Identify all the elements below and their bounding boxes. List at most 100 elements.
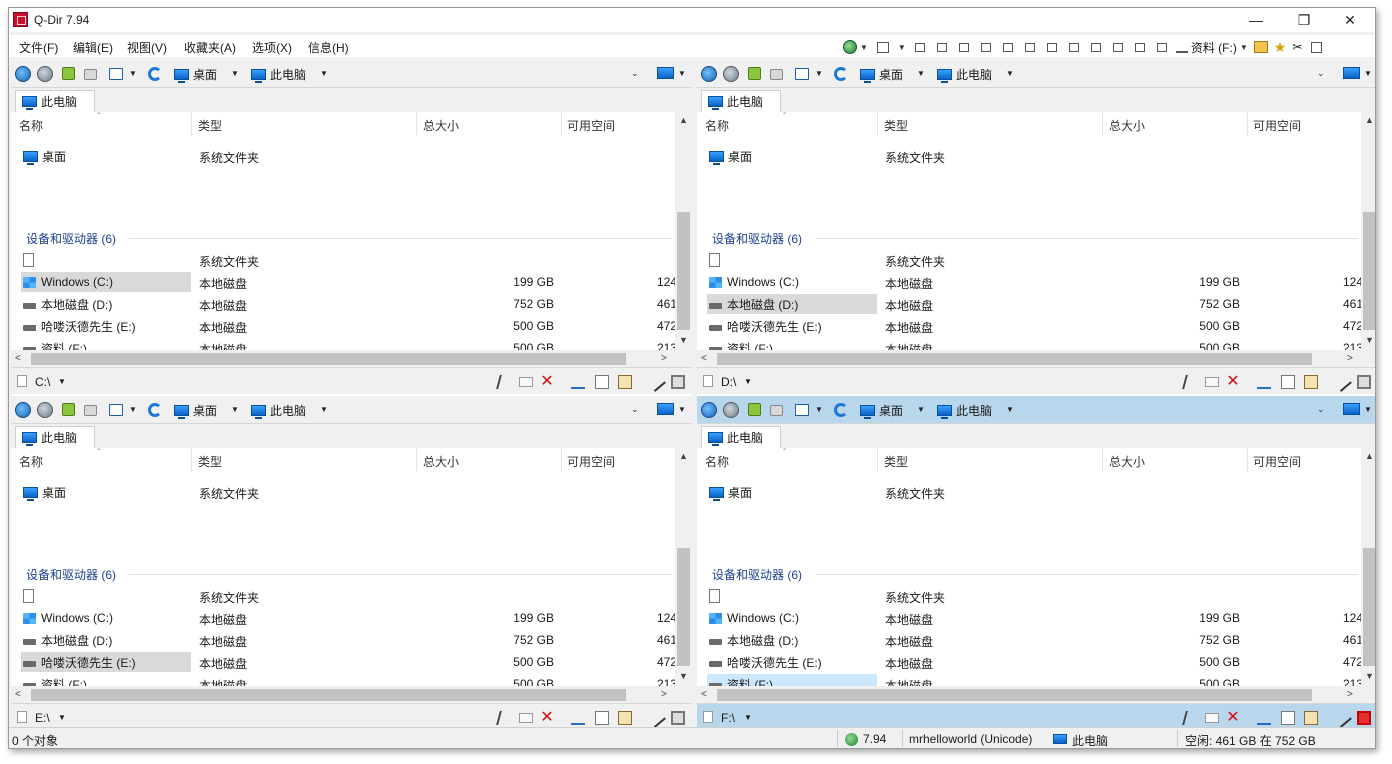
edit-icon[interactable]	[1332, 372, 1352, 392]
horizontal-scrollbar[interactable]: < >	[697, 350, 1375, 367]
delete-icon[interactable]: ✕	[540, 374, 554, 390]
list-item-blank[interactable]: 系统文件夹	[697, 586, 1361, 608]
view-mode-icon[interactable]	[109, 68, 123, 80]
layout-5-icon[interactable]	[1002, 42, 1013, 52]
mail-icon[interactable]	[519, 713, 533, 723]
column-name[interactable]: 名称	[19, 453, 43, 470]
double-chevron-icon[interactable]: ⌄	[1317, 404, 1325, 415]
scroll-thumb[interactable]	[31, 689, 626, 701]
drive-row[interactable]: Windows (C:) 本地磁盘 199 GB 124	[697, 608, 1361, 630]
scroll-right-icon[interactable]: >	[661, 686, 667, 703]
chevron-down-icon[interactable]: ▼	[815, 405, 823, 414]
tab-this-pc[interactable]: 此电脑	[15, 426, 95, 448]
scroll-thumb[interactable]	[677, 548, 690, 666]
drive-row[interactable]: 资料 (F:) 本地磁盘 500 GB 213	[697, 674, 1361, 686]
scroll-left-icon[interactable]: <	[701, 350, 707, 367]
menu-options[interactable]: 选项(X)	[252, 39, 292, 56]
scroll-right-icon[interactable]: >	[661, 350, 667, 367]
chevron-down-icon[interactable]: ▼	[320, 69, 328, 78]
column-free-space[interactable]: 可用空间	[567, 117, 615, 134]
double-chevron-icon[interactable]: ⌄	[631, 404, 639, 415]
delete-icon[interactable]: ✕	[1226, 710, 1240, 726]
back-icon[interactable]	[701, 402, 717, 418]
tab-this-pc[interactable]: 此电脑	[701, 426, 781, 448]
column-total-size[interactable]: 总大小	[423, 453, 459, 470]
drive-row[interactable]: 哈喽沃德先生 (E:) 本地磁盘 500 GB 472	[697, 316, 1361, 338]
chevron-down-icon[interactable]: ▼	[1364, 69, 1372, 78]
refresh-icon[interactable]	[834, 67, 848, 81]
vertical-scrollbar[interactable]: ▲ ▼	[1361, 112, 1375, 350]
delete-icon[interactable]: ✕	[540, 710, 554, 726]
menu-favorites[interactable]: 收藏夹(A)	[184, 39, 236, 56]
double-chevron-icon[interactable]: ⌄	[631, 68, 639, 79]
drive-row[interactable]: 本地磁盘 (D:) 本地磁盘 752 GB 461	[697, 294, 1361, 316]
column-divider[interactable]	[561, 448, 562, 472]
chevron-down-icon[interactable]: ▼	[129, 69, 137, 78]
current-path[interactable]: E:\	[35, 711, 50, 725]
scroll-thumb[interactable]	[677, 212, 690, 330]
column-divider[interactable]	[191, 112, 192, 136]
layout-9-icon[interactable]	[1090, 42, 1101, 52]
frame-icon[interactable]	[671, 711, 685, 725]
column-type[interactable]: 类型	[198, 117, 222, 134]
copy-icon[interactable]	[1281, 711, 1295, 725]
layout-1-icon[interactable]	[914, 42, 925, 52]
menu-file[interactable]: 文件(F)	[19, 39, 58, 56]
refresh-icon[interactable]	[834, 403, 848, 417]
scroll-thumb[interactable]	[31, 353, 626, 365]
layout-2-icon[interactable]	[936, 42, 947, 52]
paste-icon[interactable]	[618, 375, 632, 389]
frame-icon[interactable]	[1357, 375, 1371, 389]
drive-row[interactable]: 哈喽沃德先生 (E:) 本地磁盘 500 GB 472	[11, 652, 675, 674]
scroll-up-icon[interactable]: ▲	[675, 448, 692, 464]
horizontal-scrollbar[interactable]: < >	[11, 350, 692, 367]
bolt-icon[interactable]	[496, 711, 514, 725]
double-chevron-icon[interactable]: ⌄	[1317, 68, 1325, 79]
mail-icon[interactable]	[1205, 713, 1219, 723]
chevron-down-icon[interactable]: ▼	[1364, 405, 1372, 414]
close-button[interactable]: ✕	[1327, 10, 1373, 30]
chevron-down-icon[interactable]: ▼	[1006, 69, 1014, 78]
breadcrumb-this-pc[interactable]: 此电脑	[251, 402, 306, 419]
column-type[interactable]: 类型	[884, 453, 908, 470]
chevron-down-icon[interactable]: ▼	[1240, 43, 1248, 52]
column-divider[interactable]	[416, 448, 417, 472]
paste-icon[interactable]	[1304, 711, 1318, 725]
scroll-left-icon[interactable]: <	[15, 686, 21, 703]
forward-icon[interactable]	[723, 66, 739, 82]
breadcrumb-this-pc[interactable]: 此电脑	[937, 66, 992, 83]
group-header-devices[interactable]: 设备和驱动器 (6)	[26, 566, 116, 583]
chevron-down-icon[interactable]: ▼	[917, 69, 925, 78]
column-divider[interactable]	[877, 112, 878, 136]
chevron-down-icon[interactable]: ▼	[898, 43, 906, 52]
view-mode-icon[interactable]	[795, 68, 809, 80]
refresh-icon[interactable]	[148, 403, 162, 417]
scroll-thumb[interactable]	[1363, 212, 1375, 330]
tab-this-pc[interactable]: 此电脑	[701, 90, 781, 112]
column-total-size[interactable]: 总大小	[1109, 453, 1145, 470]
maximize-button[interactable]: ❐	[1281, 10, 1327, 30]
scroll-thumb[interactable]	[717, 689, 1312, 701]
column-divider[interactable]	[1102, 448, 1103, 472]
folder-icon[interactable]	[1253, 41, 1268, 53]
chevron-down-icon[interactable]: ▼	[231, 69, 239, 78]
layout-8-icon[interactable]	[1068, 42, 1079, 52]
tools-icon[interactable]: ✂	[1292, 40, 1302, 54]
cut-icon[interactable]	[571, 711, 585, 725]
list-item-blank[interactable]: 系统文件夹	[697, 250, 1361, 272]
copy-icon[interactable]	[595, 375, 609, 389]
chevron-down-icon[interactable]: ▼	[678, 405, 686, 414]
refresh-icon[interactable]	[148, 67, 162, 81]
mail-icon[interactable]	[519, 377, 533, 387]
layout-grid-icon[interactable]	[876, 41, 889, 53]
copy-icon[interactable]	[595, 711, 609, 725]
breadcrumb-desktop[interactable]: 桌面	[860, 402, 903, 419]
chevron-down-icon[interactable]: ▼	[744, 713, 752, 722]
vertical-scrollbar[interactable]: ▲ ▼	[1361, 448, 1375, 686]
current-path[interactable]: F:\	[721, 711, 735, 725]
drive-row[interactable]: 本地磁盘 (D:) 本地磁盘 752 GB 461	[11, 294, 675, 316]
up-folder-icon[interactable]	[62, 67, 75, 80]
minimize-button[interactable]: —	[1233, 10, 1279, 30]
chevron-down-icon[interactable]: ▼	[678, 69, 686, 78]
column-type[interactable]: 类型	[198, 453, 222, 470]
